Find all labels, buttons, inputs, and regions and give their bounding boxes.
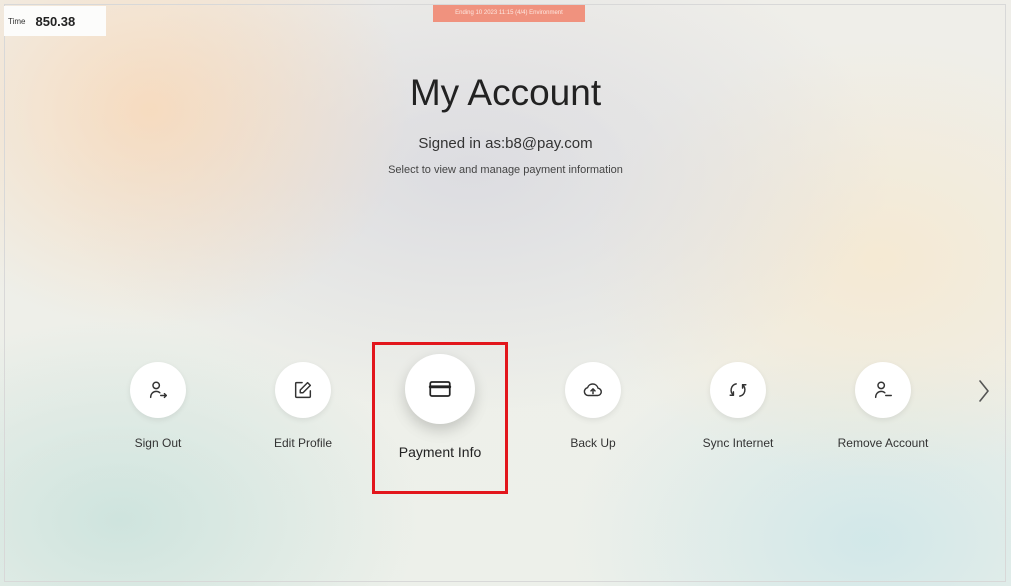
tv-account-screen: Time 850.38 Ending 10 2023 11:15 (4/4) E… bbox=[0, 0, 1011, 586]
edit-profile-label: Edit Profile bbox=[273, 436, 333, 450]
chevron-right-icon bbox=[979, 380, 989, 402]
edit-profile-button[interactable]: Edit Profile bbox=[263, 362, 343, 450]
top-banner: Ending 10 2023 11:15 (4/4) Environment bbox=[433, 5, 585, 22]
back-up-button[interactable]: Back Up bbox=[553, 362, 633, 450]
sync-internet-icon-circle bbox=[710, 362, 766, 418]
sync-internet-button[interactable]: Sync Internet bbox=[698, 362, 778, 450]
person-minus-icon bbox=[874, 381, 892, 399]
payment-info-icon-circle bbox=[405, 354, 475, 424]
back-up-label: Back Up bbox=[570, 436, 616, 450]
next-page-button[interactable] bbox=[974, 376, 994, 406]
payment-info-button[interactable]: Payment Info bbox=[395, 354, 485, 460]
page-title: My Account bbox=[409, 72, 602, 113]
timer-value: 850.38 bbox=[35, 13, 76, 29]
edit-profile-icon-circle bbox=[275, 362, 331, 418]
cloud-upload-icon bbox=[583, 383, 602, 397]
credit-card-icon bbox=[428, 381, 452, 397]
sign-out-icon-circle bbox=[130, 362, 186, 418]
instructions-text: Select to view and manage payment inform… bbox=[388, 164, 623, 176]
payment-info-label: Payment Info bbox=[398, 444, 482, 460]
remove-account-icon-circle bbox=[855, 362, 911, 418]
edit-icon bbox=[294, 381, 312, 399]
remove-account-label: Remove Account bbox=[837, 436, 929, 450]
remove-account-button[interactable]: Remove Account bbox=[828, 362, 938, 450]
sign-out-label: Sign Out bbox=[134, 436, 182, 450]
back-up-icon-circle bbox=[565, 362, 621, 418]
signed-in-text: Signed in as:b8@pay.com bbox=[418, 135, 593, 152]
timer-overlay: Time 850.38 bbox=[4, 6, 106, 36]
sync-icon bbox=[729, 383, 747, 397]
person-arrow-icon bbox=[149, 381, 167, 399]
timer-label: Time bbox=[8, 16, 26, 26]
sign-out-button[interactable]: Sign Out bbox=[118, 362, 198, 450]
sync-internet-label: Sync Internet bbox=[702, 436, 774, 450]
